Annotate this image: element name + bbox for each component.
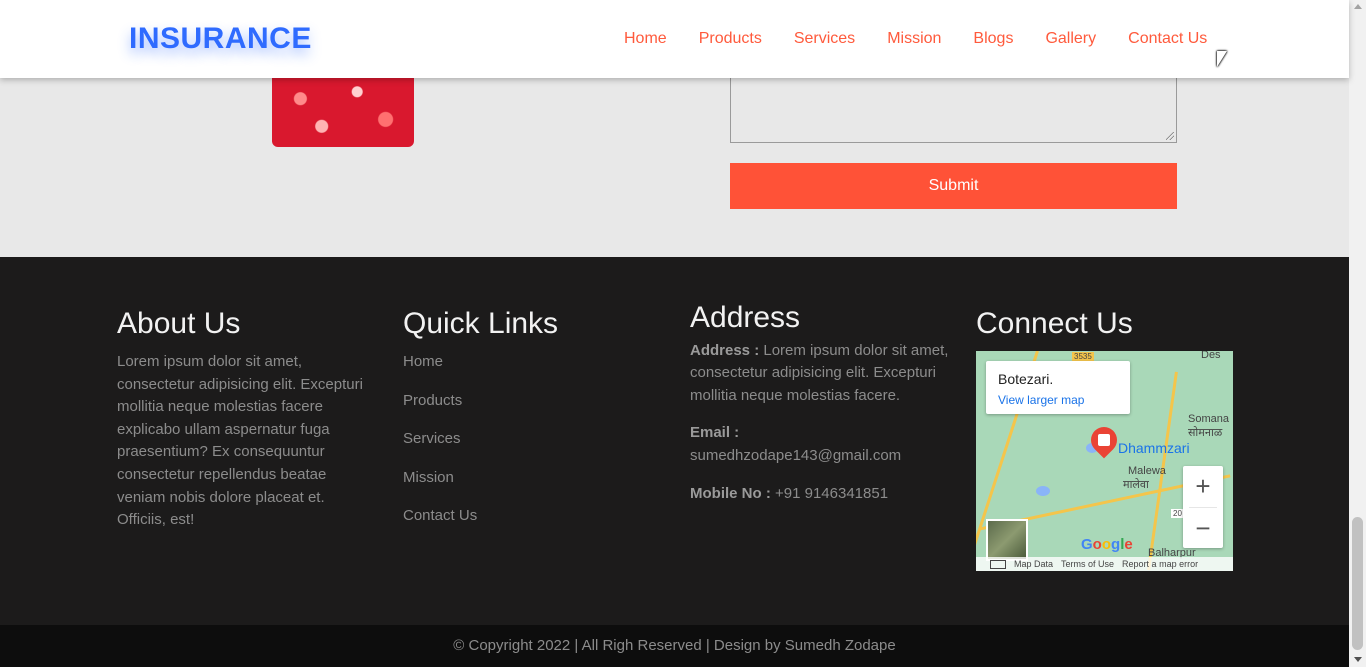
address-block: Address : Lorem ipsum dolor sit amet, co… xyxy=(690,340,955,408)
about-column: About Us Lorem ipsum dolor sit amet, con… xyxy=(117,307,367,532)
scrollbar-thumb[interactable] xyxy=(1352,517,1363,650)
nav-link-services[interactable]: Services xyxy=(794,30,855,48)
quick-link-products[interactable]: Products xyxy=(403,392,643,420)
view-larger-map-link[interactable]: View larger map xyxy=(998,393,1118,407)
connect-column: Connect Us Des Somana सोमनाळ Malewa माले… xyxy=(976,307,1233,571)
google-logo: Google xyxy=(1081,536,1133,553)
nav-link-contact-us[interactable]: Contact Us xyxy=(1128,30,1207,48)
terms-of-use-link[interactable]: Terms of Use xyxy=(1057,559,1118,569)
quick-link-contact-us[interactable]: Contact Us xyxy=(403,507,643,535)
map-label-road-3535: 3535 xyxy=(1072,352,1094,361)
nav-link-blogs[interactable]: Blogs xyxy=(973,30,1013,48)
scroll-up-arrow-icon[interactable] xyxy=(1354,4,1362,9)
zoom-in-button[interactable]: + xyxy=(1183,466,1223,507)
nav-link-products[interactable]: Products xyxy=(699,30,762,48)
brand-logo[interactable]: INSURANCE xyxy=(129,22,312,56)
submit-button[interactable]: Submit xyxy=(730,163,1177,209)
nav-links: Home Products Services Mission Blogs Gal… xyxy=(608,30,1223,48)
mobile-value: +91 9146341851 xyxy=(775,484,889,502)
zoom-out-button[interactable]: − xyxy=(1183,508,1223,549)
person-photo xyxy=(272,78,414,147)
map-label-malewa-hi: मालेवा xyxy=(1123,479,1149,491)
map-zoom-controls: + − xyxy=(1183,466,1223,548)
quick-link-home[interactable]: Home xyxy=(403,353,643,381)
keyboard-icon[interactable] xyxy=(990,559,1006,569)
mobile-label: Mobile No : xyxy=(690,484,771,502)
map-data-link[interactable]: Map Data xyxy=(1010,559,1057,569)
quick-links-column: Quick Links Home Products Services Missi… xyxy=(403,307,643,535)
embedded-map[interactable]: Des Somana सोमनाळ Malewa मालेवा Balharpu… xyxy=(976,351,1233,571)
copyright-bar: © Copyright 2022 | All Righ Reserved | D… xyxy=(0,625,1349,667)
email-label: Email : xyxy=(690,424,740,442)
nav-link-mission[interactable]: Mission xyxy=(887,30,941,48)
scroll-down-arrow-icon[interactable] xyxy=(1354,657,1362,662)
map-footer-bar: Map Data Terms of Use Report a map error xyxy=(976,557,1233,571)
footer: About Us Lorem ipsum dolor sit amet, con… xyxy=(0,257,1349,625)
email-value: sumedhzodape143@gmail.com xyxy=(690,446,902,464)
page-scrollbar[interactable] xyxy=(1349,0,1366,667)
contact-section: Submit xyxy=(0,78,1349,257)
map-label-malewa: Malewa xyxy=(1128,465,1166,477)
satellite-toggle[interactable] xyxy=(986,519,1028,561)
about-text: Lorem ipsum dolor sit amet, consectetur … xyxy=(117,353,363,529)
map-label-road-20: 20 xyxy=(1171,509,1184,518)
map-marker-label: Dhammzari xyxy=(1118,440,1190,456)
address-column: Address Address : Lorem ipsum dolor sit … xyxy=(690,301,955,506)
map-lake xyxy=(1036,486,1050,496)
address-label: Address : xyxy=(690,341,760,359)
mouse-cursor-icon xyxy=(1217,51,1227,67)
resize-grip-icon[interactable] xyxy=(1166,132,1174,140)
quick-link-services[interactable]: Services xyxy=(403,430,643,458)
quick-links-heading: Quick Links xyxy=(403,307,559,340)
map-place-name: Botezari. xyxy=(998,371,1054,387)
report-map-error-link[interactable]: Report a map error xyxy=(1118,559,1202,569)
navbar: INSURANCE Home Products Services Mission… xyxy=(0,0,1349,78)
connect-heading: Connect Us xyxy=(976,307,1133,340)
address-heading: Address xyxy=(690,301,801,334)
email-block: Email : sumedhzodape143@gmail.com xyxy=(690,422,955,467)
mobile-block: Mobile No : +91 9146341851 xyxy=(690,483,955,506)
map-label-somana-hi: सोमनाळ xyxy=(1188,427,1223,439)
nav-link-home[interactable]: Home xyxy=(624,30,667,48)
map-info-card: Botezari. View larger map xyxy=(986,361,1130,414)
quick-link-mission[interactable]: Mission xyxy=(403,469,643,497)
map-label-somana: Somana xyxy=(1188,413,1229,425)
message-textarea[interactable] xyxy=(730,78,1177,143)
map-label-des: Des xyxy=(1201,351,1221,361)
nav-link-gallery[interactable]: Gallery xyxy=(1045,30,1096,48)
copyright-text: © Copyright 2022 | All Righ Reserved | D… xyxy=(453,637,896,654)
about-heading: About Us xyxy=(117,307,241,340)
